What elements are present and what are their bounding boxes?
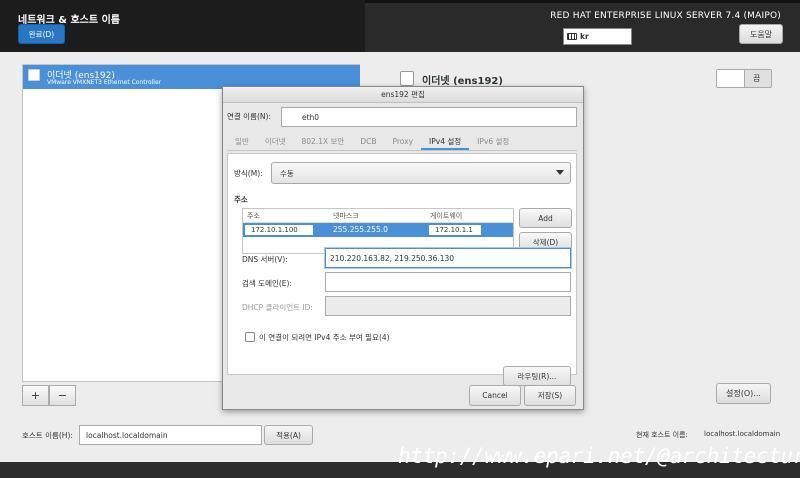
chevron-down-icon — [556, 170, 564, 175]
gateway-cell[interactable]: 172.10.1.1 — [428, 224, 482, 236]
method-value: 수동 — [280, 168, 294, 178]
current-hostname-value: localhost.localdomain — [704, 430, 781, 438]
connection-toggle[interactable]: 끔 — [716, 69, 772, 88]
netmask-cell[interactable]: 255.255.255.0 — [333, 224, 388, 236]
routes-button[interactable]: 라우팅(R)... — [503, 366, 571, 386]
address-table-header: 주소 넷마스크 게이트웨이 — [243, 209, 513, 223]
keyboard-layout-indicator[interactable]: kr — [563, 28, 632, 45]
tab-proxy[interactable]: Proxy — [384, 133, 421, 150]
hostname-input[interactable]: localhost.localdomain — [79, 425, 262, 445]
table-row[interactable]: 172.10.1.100 255.255.255.0 172.10.1.1 — [243, 223, 513, 237]
require-ipv4-checkbox[interactable] — [245, 332, 255, 342]
connection-list-controls: + − — [22, 385, 76, 407]
help-button[interactable]: 도움말 — [739, 24, 783, 44]
dhcp-client-id-input — [325, 296, 571, 316]
tab-dcb[interactable]: DCB — [352, 133, 384, 150]
method-select[interactable]: 수동 — [271, 162, 571, 184]
dns-servers-input[interactable]: 210.220.163.82, 219.250.36.130 — [325, 248, 571, 268]
dns-servers-label: DNS 서버(V): — [242, 255, 288, 264]
column-netmask: 넷마스크 — [333, 212, 359, 220]
toggle-knob — [717, 70, 745, 87]
current-hostname-label: 현재 호스트 이름: — [636, 431, 688, 439]
column-gateway: 게이트웨이 — [430, 212, 463, 220]
add-address-button[interactable]: Add — [519, 208, 572, 228]
toggle-label: 끔 — [753, 74, 761, 83]
settings-button[interactable]: 설정(O)... — [716, 383, 771, 404]
tab-8021x-security[interactable]: 802.1X 보안 — [294, 133, 353, 150]
product-name: RED HAT ENTERPRISE LINUX SERVER 7.4 (MAI… — [550, 11, 781, 21]
dialog-tabs: 일반 이더넷 802.1X 보안 DCB Proxy IPv4 설정 IPv6 … — [227, 133, 577, 151]
tab-ipv4-settings[interactable]: IPv4 설정 — [421, 133, 470, 150]
search-domains-label: 검색 도메인(E): — [242, 279, 293, 288]
network-wired-icon — [28, 69, 40, 81]
edit-connection-dialog: ens192 편집 연결 이름(N): eth0 일반 이더넷 802.1X 보… — [222, 86, 584, 410]
method-label: 방식(M): — [234, 169, 263, 178]
dhcp-client-id-label: DHCP 클라이언트 ID: — [242, 303, 313, 312]
dialog-title: ens192 편집 — [223, 87, 583, 103]
address-cell[interactable]: 172.10.1.100 — [244, 224, 314, 236]
column-address: 주소 — [247, 212, 260, 220]
search-domains-input[interactable] — [325, 272, 571, 292]
tab-general[interactable]: 일반 — [227, 133, 257, 150]
top-bar: 네트워크 & 호스트 이름 완료(D) RED HAT ENTERPRISE L… — [0, 0, 800, 52]
connection-description: VMware VMXNET3 Ethernet Controller — [47, 79, 162, 86]
watermark-text: http://www.epari.net/@architecture — [398, 444, 800, 468]
keyboard-layout-label: kr — [580, 32, 589, 41]
remove-connection-button[interactable]: − — [49, 385, 76, 406]
ipv4-settings-panel: 방식(M): 수동 주소 주소 넷마스크 게이트웨이 172.10.1.100 … — [227, 153, 577, 386]
add-connection-button[interactable]: + — [22, 385, 49, 406]
save-button[interactable]: 저장(S) — [524, 385, 576, 406]
network-wired-icon — [400, 71, 414, 86]
connection-name-label: 연결 이름(N): — [227, 112, 271, 121]
cancel-button[interactable]: Cancel — [469, 385, 521, 406]
connection-name-input[interactable]: eth0 — [281, 107, 577, 127]
require-ipv4-label[interactable]: 이 연결이 되려면 IPv4 주소 부여 필요(4) — [259, 332, 390, 343]
tab-ipv6-settings[interactable]: IPv6 설정 — [469, 133, 517, 150]
tab-ethernet[interactable]: 이더넷 — [257, 133, 294, 150]
done-button[interactable]: 완료(D) — [18, 24, 65, 44]
connection-detail-title: 이더넷 (ens192) — [422, 76, 503, 87]
keyboard-icon — [567, 33, 577, 40]
hostname-label: 호스트 이름(H): — [22, 431, 73, 440]
apply-hostname-button[interactable]: 적용(A) — [264, 425, 313, 445]
address-section-label: 주소 — [234, 195, 248, 204]
